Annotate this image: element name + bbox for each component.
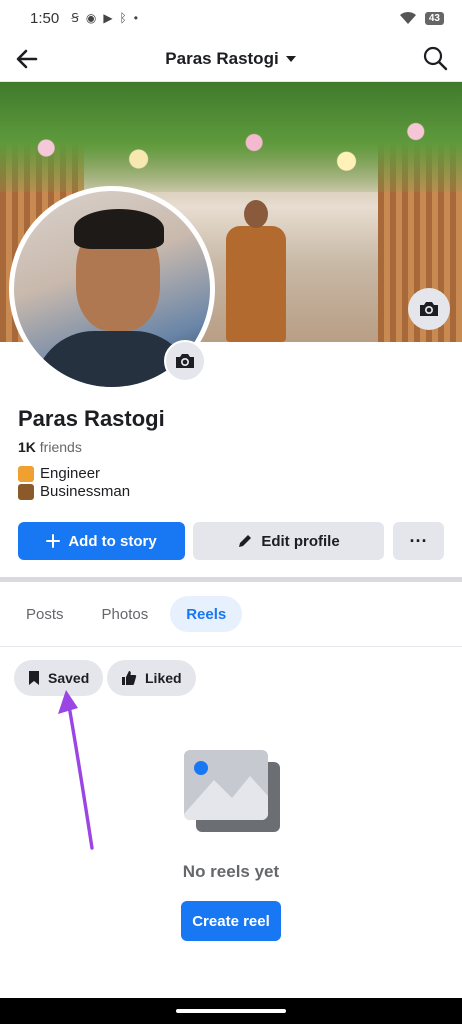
status-bar: 1:50 Ꞩ ◉ ▶ ᛒ • 43 [0, 0, 462, 36]
profile-picture-camera-button[interactable] [164, 340, 206, 382]
wifi-icon [399, 11, 416, 24]
profile-tabs: Posts Photos Reels [10, 596, 243, 632]
youtube-icon: ▶ [103, 11, 113, 25]
bio-line-engineer: Engineer [18, 465, 100, 482]
battery-icon: 43 [424, 11, 444, 25]
more-options-button[interactable]: ··· [393, 522, 444, 560]
nfc-icon: Ꞩ [71, 11, 79, 25]
annotation-arrow-icon [58, 690, 94, 850]
pencil-icon [239, 535, 252, 547]
cover-person [220, 200, 290, 342]
page-title: Paras Rastogi [165, 48, 279, 68]
bluetooth-icon: ᛒ [119, 11, 127, 25]
more-icon: ··· [409, 530, 428, 551]
dot-icon: • [133, 11, 138, 25]
bio-text: Engineer [40, 465, 101, 482]
caret-down-icon [285, 55, 296, 62]
liked-filter-chip[interactable]: Liked [107, 660, 196, 696]
profile-name: Paras Rastogi [18, 406, 165, 431]
cover-flower-ceiling [0, 82, 462, 192]
cover-camera-button[interactable] [408, 288, 450, 330]
section-divider [0, 577, 462, 582]
search-icon[interactable] [422, 45, 448, 71]
create-reel-button[interactable]: Create reel [181, 901, 281, 941]
thumbs-up-icon [122, 671, 137, 685]
notification-icons: Ꞩ ◉ ▶ ᛒ • [71, 11, 138, 25]
bio-text: Businessman [40, 483, 131, 500]
camera-icon [176, 354, 194, 368]
home-gesture-handle[interactable] [176, 1009, 286, 1013]
add-to-story-button[interactable]: Add to story [18, 522, 185, 560]
plus-icon [46, 534, 61, 548]
briefcase-emoji-icon [18, 483, 34, 500]
technologist-emoji-icon [18, 465, 34, 482]
friends-number: 1K [18, 439, 36, 455]
empty-reels-image-icon [184, 750, 280, 832]
tab-posts[interactable]: Posts [10, 596, 80, 632]
status-time: 1:50 [30, 9, 60, 27]
back-arrow-icon[interactable] [14, 46, 40, 72]
camera-icon [420, 302, 438, 316]
bio-line-businessman: Businessman [18, 483, 130, 500]
edit-profile-button[interactable]: Edit profile [193, 522, 384, 560]
top-bar: Paras Rastogi [0, 36, 462, 82]
tab-photos[interactable]: Photos [86, 596, 165, 632]
bookmark-icon [29, 671, 39, 685]
messenger-icon: ◉ [85, 11, 97, 25]
profile-switcher[interactable]: Paras Rastogi [165, 49, 296, 69]
tabs-separator [0, 646, 462, 647]
friends-label: friends [39, 439, 82, 455]
tab-reels[interactable]: Reels [170, 596, 243, 632]
friends-count[interactable]: 1K friends [18, 439, 82, 455]
system-navigation-bar [0, 998, 462, 1024]
empty-state-message: No reels yet [182, 862, 280, 881]
